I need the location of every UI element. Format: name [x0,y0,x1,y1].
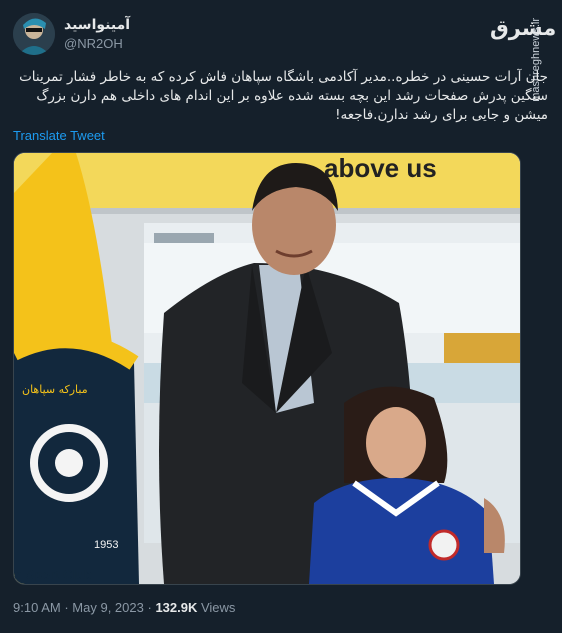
photo-flag-year: 1953 [94,539,118,551]
photo-flag-arc: مبارکه سپاهان [22,383,88,396]
translate-tweet-link[interactable]: Translate Tweet [13,128,105,143]
views-count: 132.9K [155,600,198,615]
photo-banner-text: above us [324,153,437,183]
tweet-photo[interactable]: above us مبارکه سپاهان 1953 n Sport Club [13,152,521,585]
photo-flag-text: n Sport Club [14,567,92,582]
tweet-time[interactable]: 9:10 AM [13,600,61,615]
tweet-meta: 9:10 AM · May 9, 2023 · 132.9K Views [13,600,235,615]
author-display-name[interactable]: آمینواسید [64,16,130,33]
meta-separator: · [64,600,69,615]
author-avatar[interactable] [13,13,55,55]
tweet-date[interactable]: May 9, 2023 [72,600,144,615]
author-handle[interactable]: @NR2OH [64,36,123,51]
views-label: Views [200,600,236,615]
meta-separator-2: · [147,600,152,615]
watermark-logo: مشرق [490,16,557,40]
tweet: آمینواسید @NR2OH مشرق mashreghnews.ir جا… [0,0,562,633]
tweet-text: جان آرات حسینی در خطره..مدیر آکادمی باشگ… [19,69,548,123]
